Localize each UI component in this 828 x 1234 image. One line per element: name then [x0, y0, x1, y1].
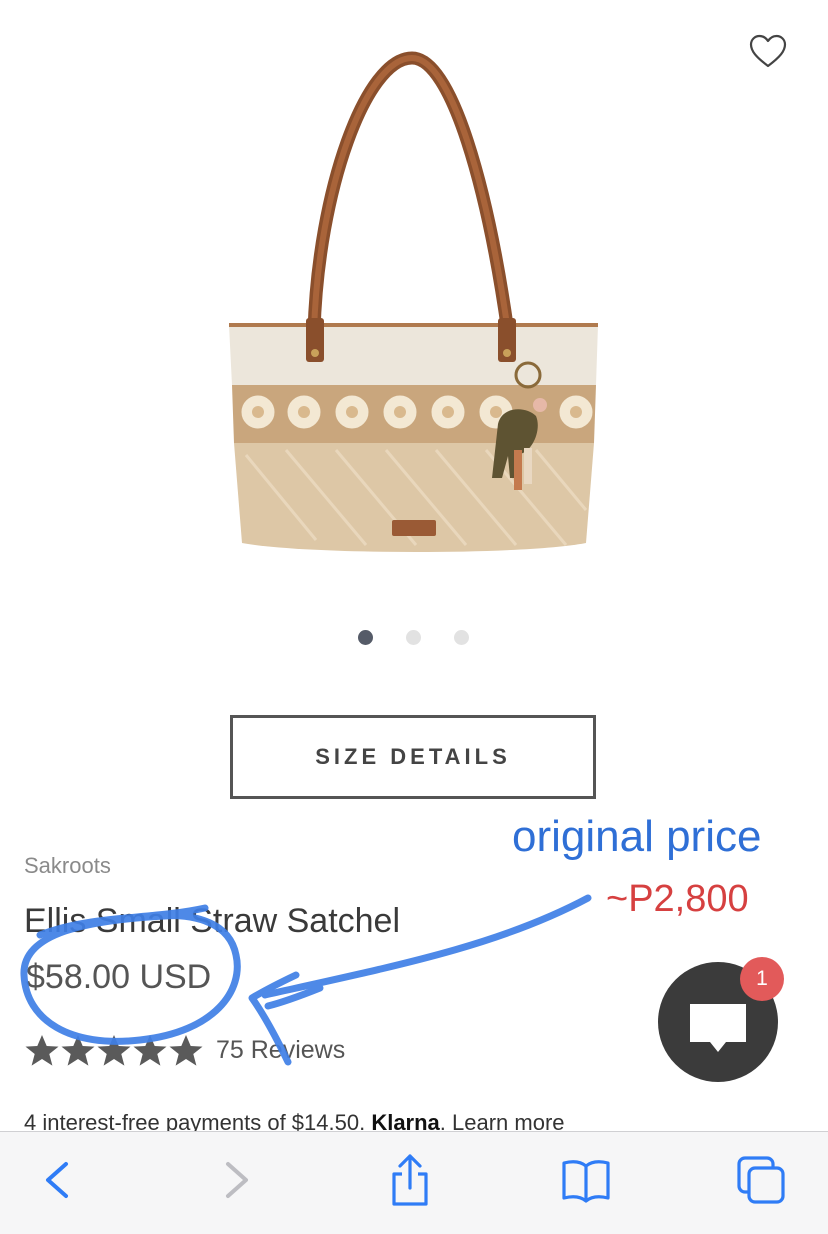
- back-icon: [46, 1162, 68, 1198]
- carousel-dot-2[interactable]: [406, 630, 421, 645]
- browser-toolbar: [0, 1131, 828, 1234]
- share-button[interactable]: [382, 1152, 438, 1208]
- favorite-button[interactable]: [748, 32, 788, 72]
- annotation-original-price: original price: [512, 812, 762, 861]
- star-icon: [169, 1035, 203, 1066]
- rating-stars[interactable]: [24, 1034, 204, 1068]
- product-price: $58.00 USD: [26, 958, 212, 996]
- size-details-button[interactable]: SIZE DETAILS: [230, 715, 596, 799]
- brand-name[interactable]: Sakroots: [24, 853, 111, 879]
- star-icon: [97, 1035, 131, 1066]
- bookmarks-icon: [562, 1160, 610, 1203]
- forward-button[interactable]: [208, 1152, 264, 1208]
- bookmarks-button[interactable]: [558, 1152, 614, 1208]
- product-title: Ellis Small Straw Satchel: [24, 902, 401, 940]
- annotation-converted-price: ~P2,800: [606, 878, 749, 920]
- heart-icon: [749, 34, 787, 68]
- forward-icon: [226, 1162, 248, 1198]
- share-icon: [392, 1154, 428, 1206]
- tabs-icon: [737, 1156, 785, 1204]
- tabs-button[interactable]: [734, 1152, 790, 1208]
- product-image[interactable]: [226, 50, 602, 560]
- carousel-dot-3[interactable]: [454, 630, 469, 645]
- star-icon: [25, 1035, 59, 1066]
- back-button[interactable]: [30, 1152, 86, 1208]
- star-icon: [133, 1035, 167, 1066]
- carousel-dot-1[interactable]: [358, 630, 373, 645]
- chat-notification-badge: 1: [740, 957, 784, 1001]
- reviews-link[interactable]: 75 Reviews: [216, 1036, 345, 1065]
- star-icon: [61, 1035, 95, 1066]
